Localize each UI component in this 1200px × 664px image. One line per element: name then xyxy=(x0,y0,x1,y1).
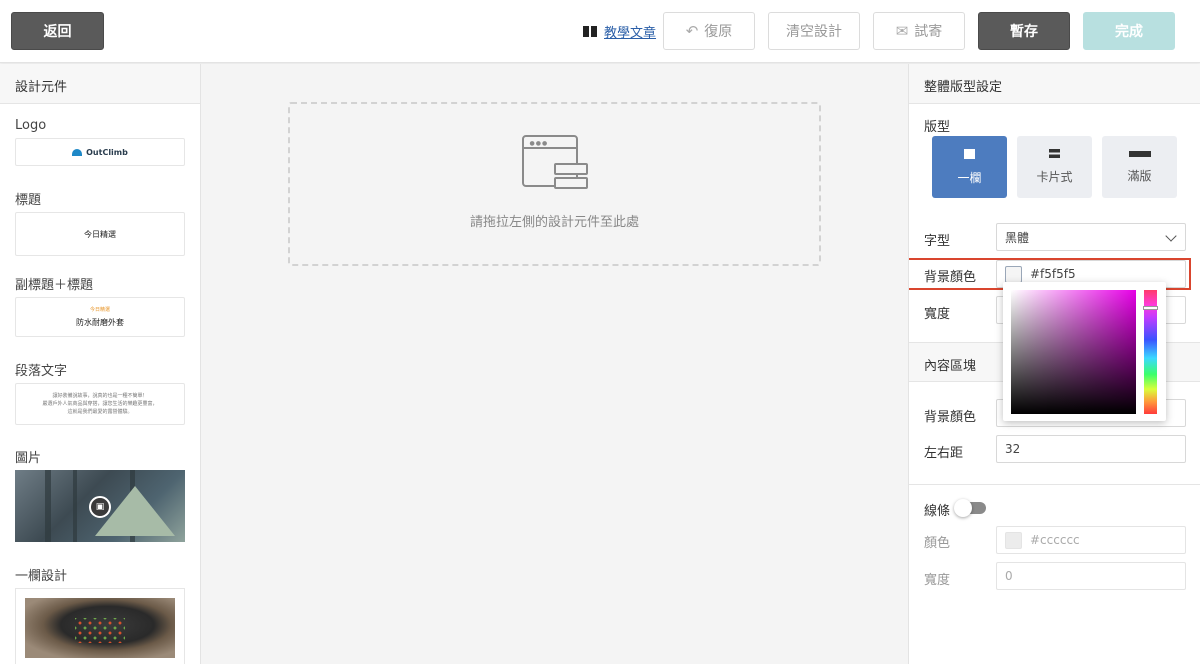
settings-panel-title: 整體版型設定 xyxy=(909,64,1200,104)
undo-button[interactable]: ↶ 復原 xyxy=(663,12,755,50)
title-component-label: 標題 xyxy=(15,193,42,208)
logo-component-label: Logo xyxy=(15,118,47,133)
save-draft-button[interactable]: 暫存 xyxy=(978,12,1070,50)
chevron-down-icon xyxy=(1165,230,1177,242)
paragraph-component[interactable]: 讓好裝備說故事，說真的也是一種不簡單！ 嚴選戶外人氣商品與穿搭，讓您生活的樂趣更… xyxy=(15,383,185,425)
book-icon xyxy=(583,26,597,37)
drop-zone-hint: 請拖拉左側的設計元件至此處 xyxy=(469,214,639,230)
saturation-value-area[interactable] xyxy=(1011,290,1136,414)
hue-slider-handle[interactable] xyxy=(1143,306,1158,310)
layout-label: 版型 xyxy=(924,120,951,135)
padding-field[interactable]: 32 xyxy=(996,435,1186,463)
test-send-button[interactable]: ✉ 試寄 xyxy=(873,12,965,50)
layout-window-icon-bar xyxy=(553,176,588,189)
layout-window-icon-dots: ●●● xyxy=(529,139,549,147)
line-width-label: 寬度 xyxy=(924,573,951,588)
font-label: 字型 xyxy=(924,234,951,249)
line-color-field[interactable]: #cccccc xyxy=(996,526,1186,554)
undo-label: 復原 xyxy=(704,24,733,40)
single-square-icon xyxy=(964,148,975,159)
tutorial-link-label[interactable]: 教學文章 xyxy=(604,22,656,41)
card-stack-icon xyxy=(1049,149,1060,158)
line-toggle[interactable] xyxy=(954,499,986,517)
logo-preview-text: OutClimb xyxy=(86,147,128,157)
image-component[interactable]: ▣ xyxy=(15,470,185,542)
layout-full-width-button[interactable]: 滿版 xyxy=(1102,136,1177,198)
font-select-value: 黑體 xyxy=(1005,230,1030,245)
subtitle-title-component[interactable]: 今日精選 防水耐磨外套 xyxy=(15,297,185,337)
components-panel: 設計元件 Logo OutClimb 標題 今日精選 副標題＋標題 今日精選 防… xyxy=(0,64,201,664)
color-picker-popover xyxy=(1003,282,1166,421)
logo-preview: OutClimb xyxy=(72,148,128,157)
top-toolbar: 返回 教學文章 ↶ 復原 清空設計 ✉ 試寄 暫存 完成 xyxy=(0,0,1200,63)
layout-card-button[interactable]: 卡片式 xyxy=(1017,136,1092,198)
layout-one-column-button[interactable]: 一欄 xyxy=(932,136,1007,198)
design-canvas: ●●● 請拖拉左側的設計元件至此處 xyxy=(201,64,908,664)
title-preview-text: 今日精選 xyxy=(84,229,116,239)
paragraph-preview-line: 嚴選戶外人氣商品與穿搭，讓您生活的樂趣更豐富， xyxy=(42,401,158,407)
layout-full-width-label: 滿版 xyxy=(1127,168,1152,183)
divider xyxy=(909,484,1200,485)
color-swatch[interactable] xyxy=(1005,265,1022,283)
line-color-label: 顏色 xyxy=(924,536,951,551)
padding-label: 左右距 xyxy=(924,446,964,461)
paragraph-preview-line: 讓好裝備說故事，說真的也是一種不簡單！ xyxy=(52,393,148,399)
bg-color-value: #f5f5f5 xyxy=(1030,267,1076,281)
title-component[interactable]: 今日精選 xyxy=(15,212,185,256)
one-column-preview-image xyxy=(25,598,175,658)
image-icon: ▣ xyxy=(89,496,111,518)
done-button[interactable]: 完成 xyxy=(1083,12,1175,50)
layout-window-icon-bar xyxy=(553,162,588,175)
clear-design-button[interactable]: 清空設計 xyxy=(768,12,860,50)
layout-window-icon: ●●● xyxy=(521,134,588,191)
paragraph-preview: 讓好裝備說故事，說真的也是一種不簡單！ 嚴選戶外人氣商品與穿搭，讓您生活的樂趣更… xyxy=(42,392,157,416)
back-button[interactable]: 返回 xyxy=(11,12,104,50)
envelope-icon: ✉ xyxy=(895,22,909,40)
components-panel-title: 設計元件 xyxy=(0,64,200,104)
image-component-label: 圖片 xyxy=(15,451,42,466)
tutorial-link[interactable]: 教學文章 xyxy=(583,22,656,41)
image-preview-tree xyxy=(73,470,77,542)
paragraph-preview-line: 這就是我們最愛的露營體驗。 xyxy=(67,409,133,415)
undo-arrow-icon: ↶ xyxy=(685,22,699,40)
layout-card-label: 卡片式 xyxy=(1036,170,1073,184)
one-column-component-label: 一欄設計 xyxy=(15,569,68,584)
bg-color-label: 背景顏色 xyxy=(924,270,977,285)
image-preview-tree xyxy=(45,470,51,542)
font-select[interactable]: 黑體 xyxy=(996,223,1186,251)
line-width-placeholder: 0 xyxy=(1005,569,1013,583)
padding-value: 32 xyxy=(1005,442,1021,456)
drop-zone[interactable]: ●●● 請拖拉左側的設計元件至此處 xyxy=(288,102,821,266)
width-label: 寬度 xyxy=(924,307,951,322)
line-label: 線條 xyxy=(924,504,951,519)
line-color-placeholder: #cccccc xyxy=(1030,533,1080,547)
subtitle-preview-main: 防水耐磨外套 xyxy=(76,318,124,327)
mountain-icon xyxy=(72,148,83,156)
one-column-component[interactable] xyxy=(15,588,185,664)
content-bg-color-label: 背景顏色 xyxy=(924,410,977,425)
line-color-swatch[interactable] xyxy=(1005,531,1022,549)
paragraph-component-label: 段落文字 xyxy=(15,364,68,379)
layout-one-column-label: 一欄 xyxy=(957,170,982,185)
logo-component[interactable]: OutClimb xyxy=(15,138,185,166)
subtitle-title-component-label: 副標題＋標題 xyxy=(15,278,94,293)
full-width-bar-icon xyxy=(1128,150,1151,157)
subtitle-preview-small: 今日精選 xyxy=(89,307,110,313)
test-send-label: 試寄 xyxy=(914,24,943,40)
line-width-field[interactable]: 0 xyxy=(996,562,1186,590)
